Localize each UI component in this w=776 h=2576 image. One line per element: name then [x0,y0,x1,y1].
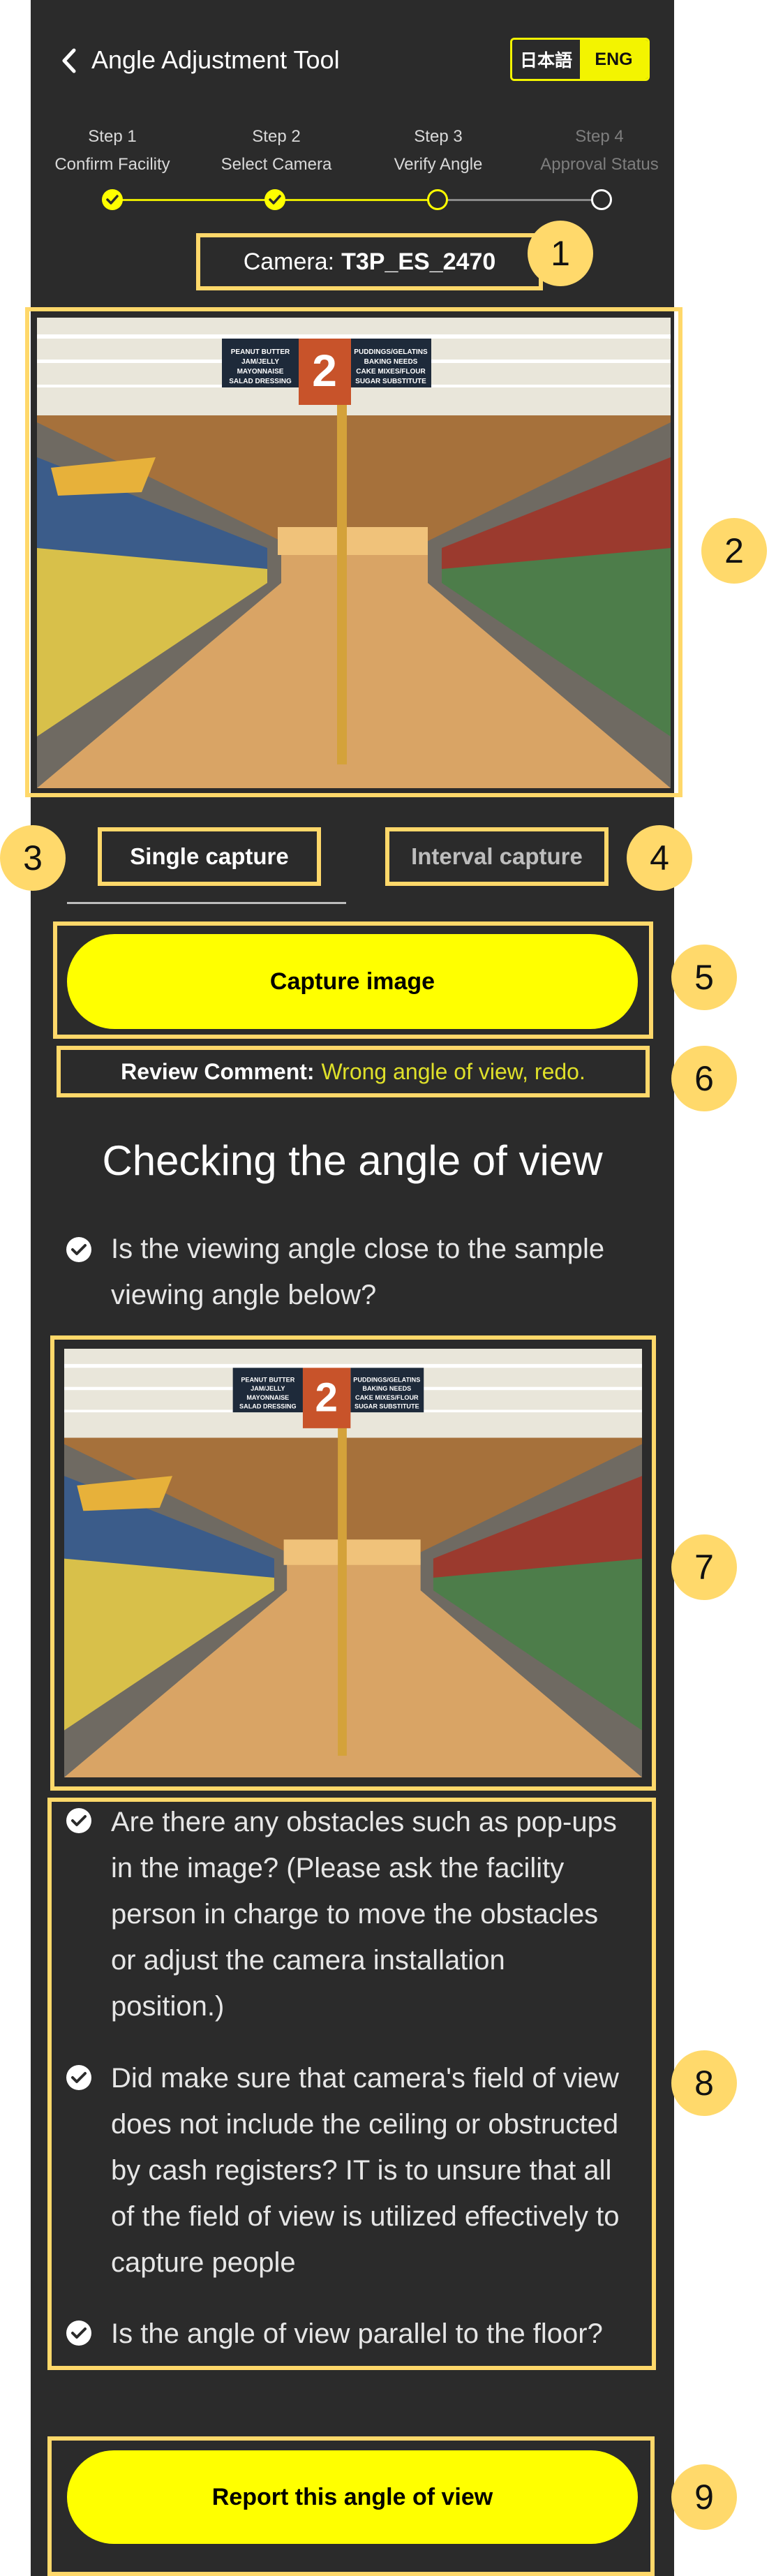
step-2-label: Step 2 Select Camera [200,123,353,179]
sample-left-sign-line-2: JAM/JELLY [251,1385,285,1392]
active-tab-underline [67,902,346,904]
step-1-title: Confirm Facility [54,155,170,174]
capture-image-button[interactable]: Capture image [67,934,638,1029]
question-3-line-4: of the field of view is utilized effecti… [111,2201,620,2232]
section-title: Checking the angle of view [102,1137,603,1184]
question-3-text: Did make sure that camera's field of vie… [111,2055,620,2286]
callout-5: 5 [671,945,737,1010]
step-4-label: Step 4 Approval Status [523,123,676,179]
camera-id: T3P_ES_2470 [341,248,496,275]
review-comment: Review Comment: Wrong angle of view, red… [57,1046,650,1097]
question-3-check-icon [66,2065,91,2090]
tab-interval-capture[interactable]: Interval capture [385,827,609,886]
page-title: Angle Adjustment Tool [91,45,340,74]
question-2-line-2: in the image? (Please ask the facility [111,1853,565,1883]
question-1-check-icon [66,1237,91,1262]
step-1-check-icon [102,189,123,210]
step-4-number: Step 4 [575,127,624,146]
step-1-label: Step 1 Confirm Facility [36,123,189,179]
language-toggle[interactable]: 日本語 ENG [510,38,650,81]
sample-right-sign-line-4: SUGAR SUBSTITUTE [355,1403,419,1410]
question-2-text: Are there any obstacles such as pop-ups … [111,1799,617,2029]
question-1-line-2: viewing angle below? [111,1280,377,1310]
camera-live-image: 2 PEANUT BUTTER JAM/JELLY MAYONNAISE SAL… [37,318,671,788]
callout-9: 9 [671,2464,737,2530]
report-angle-button[interactable]: Report this angle of view [67,2450,638,2544]
language-english-button[interactable]: ENG [580,40,648,79]
right-sign-line-3: CAKE MIXES/FLOUR [356,368,426,376]
question-1-line-1: Is the viewing angle close to the sample [111,1234,605,1264]
review-comment-label: Review Comment: [121,1058,315,1084]
step-4-pending-indicator [591,189,612,210]
question-2-check-icon [66,1808,91,1833]
step-2-check-icon [264,189,285,210]
question-3-line-5: capture people [111,2247,296,2278]
question-4-text: Is the angle of view parallel to the flo… [111,2311,603,2357]
sample-left-sign-line-4: SALAD DRESSING [239,1403,297,1410]
callout-8: 8 [671,2050,737,2116]
right-sign-line-1: PUDDINGS/GELATINS [354,348,428,356]
question-4-line-1: Is the angle of view parallel to the flo… [111,2318,603,2349]
question-4-check-icon [66,2320,91,2346]
callout-7: 7 [671,1534,737,1600]
step-4-title: Approval Status [540,155,659,174]
sample-angle-image: 2 PEANUT BUTTER JAM/JELLY MAYONNAISE SAL… [64,1349,642,1777]
step-3-number: Step 3 [414,127,463,146]
sample-right-sign-line-2: BAKING NEEDS [362,1385,411,1392]
sample-aisle-number-sign: 2 [315,1375,337,1420]
question-2-line-5: position.) [111,1991,225,2022]
question-2-line-4: or adjust the camera installation [111,1945,505,1976]
step-2-number: Step 2 [252,127,301,146]
right-sign-line-2: BAKING NEEDS [364,358,418,366]
language-japanese-button[interactable]: 日本語 [512,40,580,79]
step-3-title: Verify Angle [394,155,483,174]
review-comment-value: Wrong angle of view, redo. [321,1058,585,1084]
step-1-number: Step 1 [88,127,137,146]
sample-left-sign-line-1: PEANUT BUTTER [241,1376,294,1383]
question-3-line-2: does not include the ceiling or obstruct… [111,2109,619,2140]
camera-label: Camera: T3P_ES_2470 [196,233,543,290]
tab-single-capture[interactable]: Single capture [98,827,321,886]
callout-1: 1 [528,221,593,286]
question-3-line-1: Did make sure that camera's field of vie… [111,2063,619,2094]
callout-3: 3 [0,825,66,891]
question-2-line-3: person in charge to move the obstacles [111,1899,599,1930]
step-3-label: Step 3 Verify Angle [361,123,515,179]
step-3-current-indicator [427,189,448,210]
callout-4: 4 [627,825,692,891]
step-2-title: Select Camera [221,155,332,174]
callout-6: 6 [671,1046,737,1111]
step-connector-1 [112,199,275,201]
left-sign-line-1: PEANUT BUTTER [231,348,290,356]
left-sign-line-3: MAYONNAISE [237,368,284,376]
callout-2: 2 [701,518,767,584]
aisle-number-sign: 2 [312,346,337,396]
step-connector-3 [438,199,602,201]
camera-label-prefix: Camera: [243,248,335,275]
left-sign-line-4: SALAD DRESSING [229,378,292,385]
sample-right-sign-line-1: PUDDINGS/GELATINS [353,1376,420,1383]
question-3-line-3: by cash registers? IT is to unsure that … [111,2155,612,2186]
left-sign-line-2: JAM/JELLY [241,358,279,366]
question-1-text: Is the viewing angle close to the sample… [111,1226,604,1318]
sample-right-sign-line-3: CAKE MIXES/FLOUR [355,1394,419,1401]
question-2-line-1: Are there any obstacles such as pop-ups [111,1807,617,1837]
app-screen: Angle Adjustment Tool 日本語 ENG Step 1 Con… [25,0,682,2576]
sample-left-sign-line-3: MAYONNAISE [246,1394,289,1401]
right-sign-line-4: SUGAR SUBSTITUTE [355,378,426,385]
back-arrow-icon[interactable] [59,45,80,77]
step-connector-2 [275,199,438,201]
